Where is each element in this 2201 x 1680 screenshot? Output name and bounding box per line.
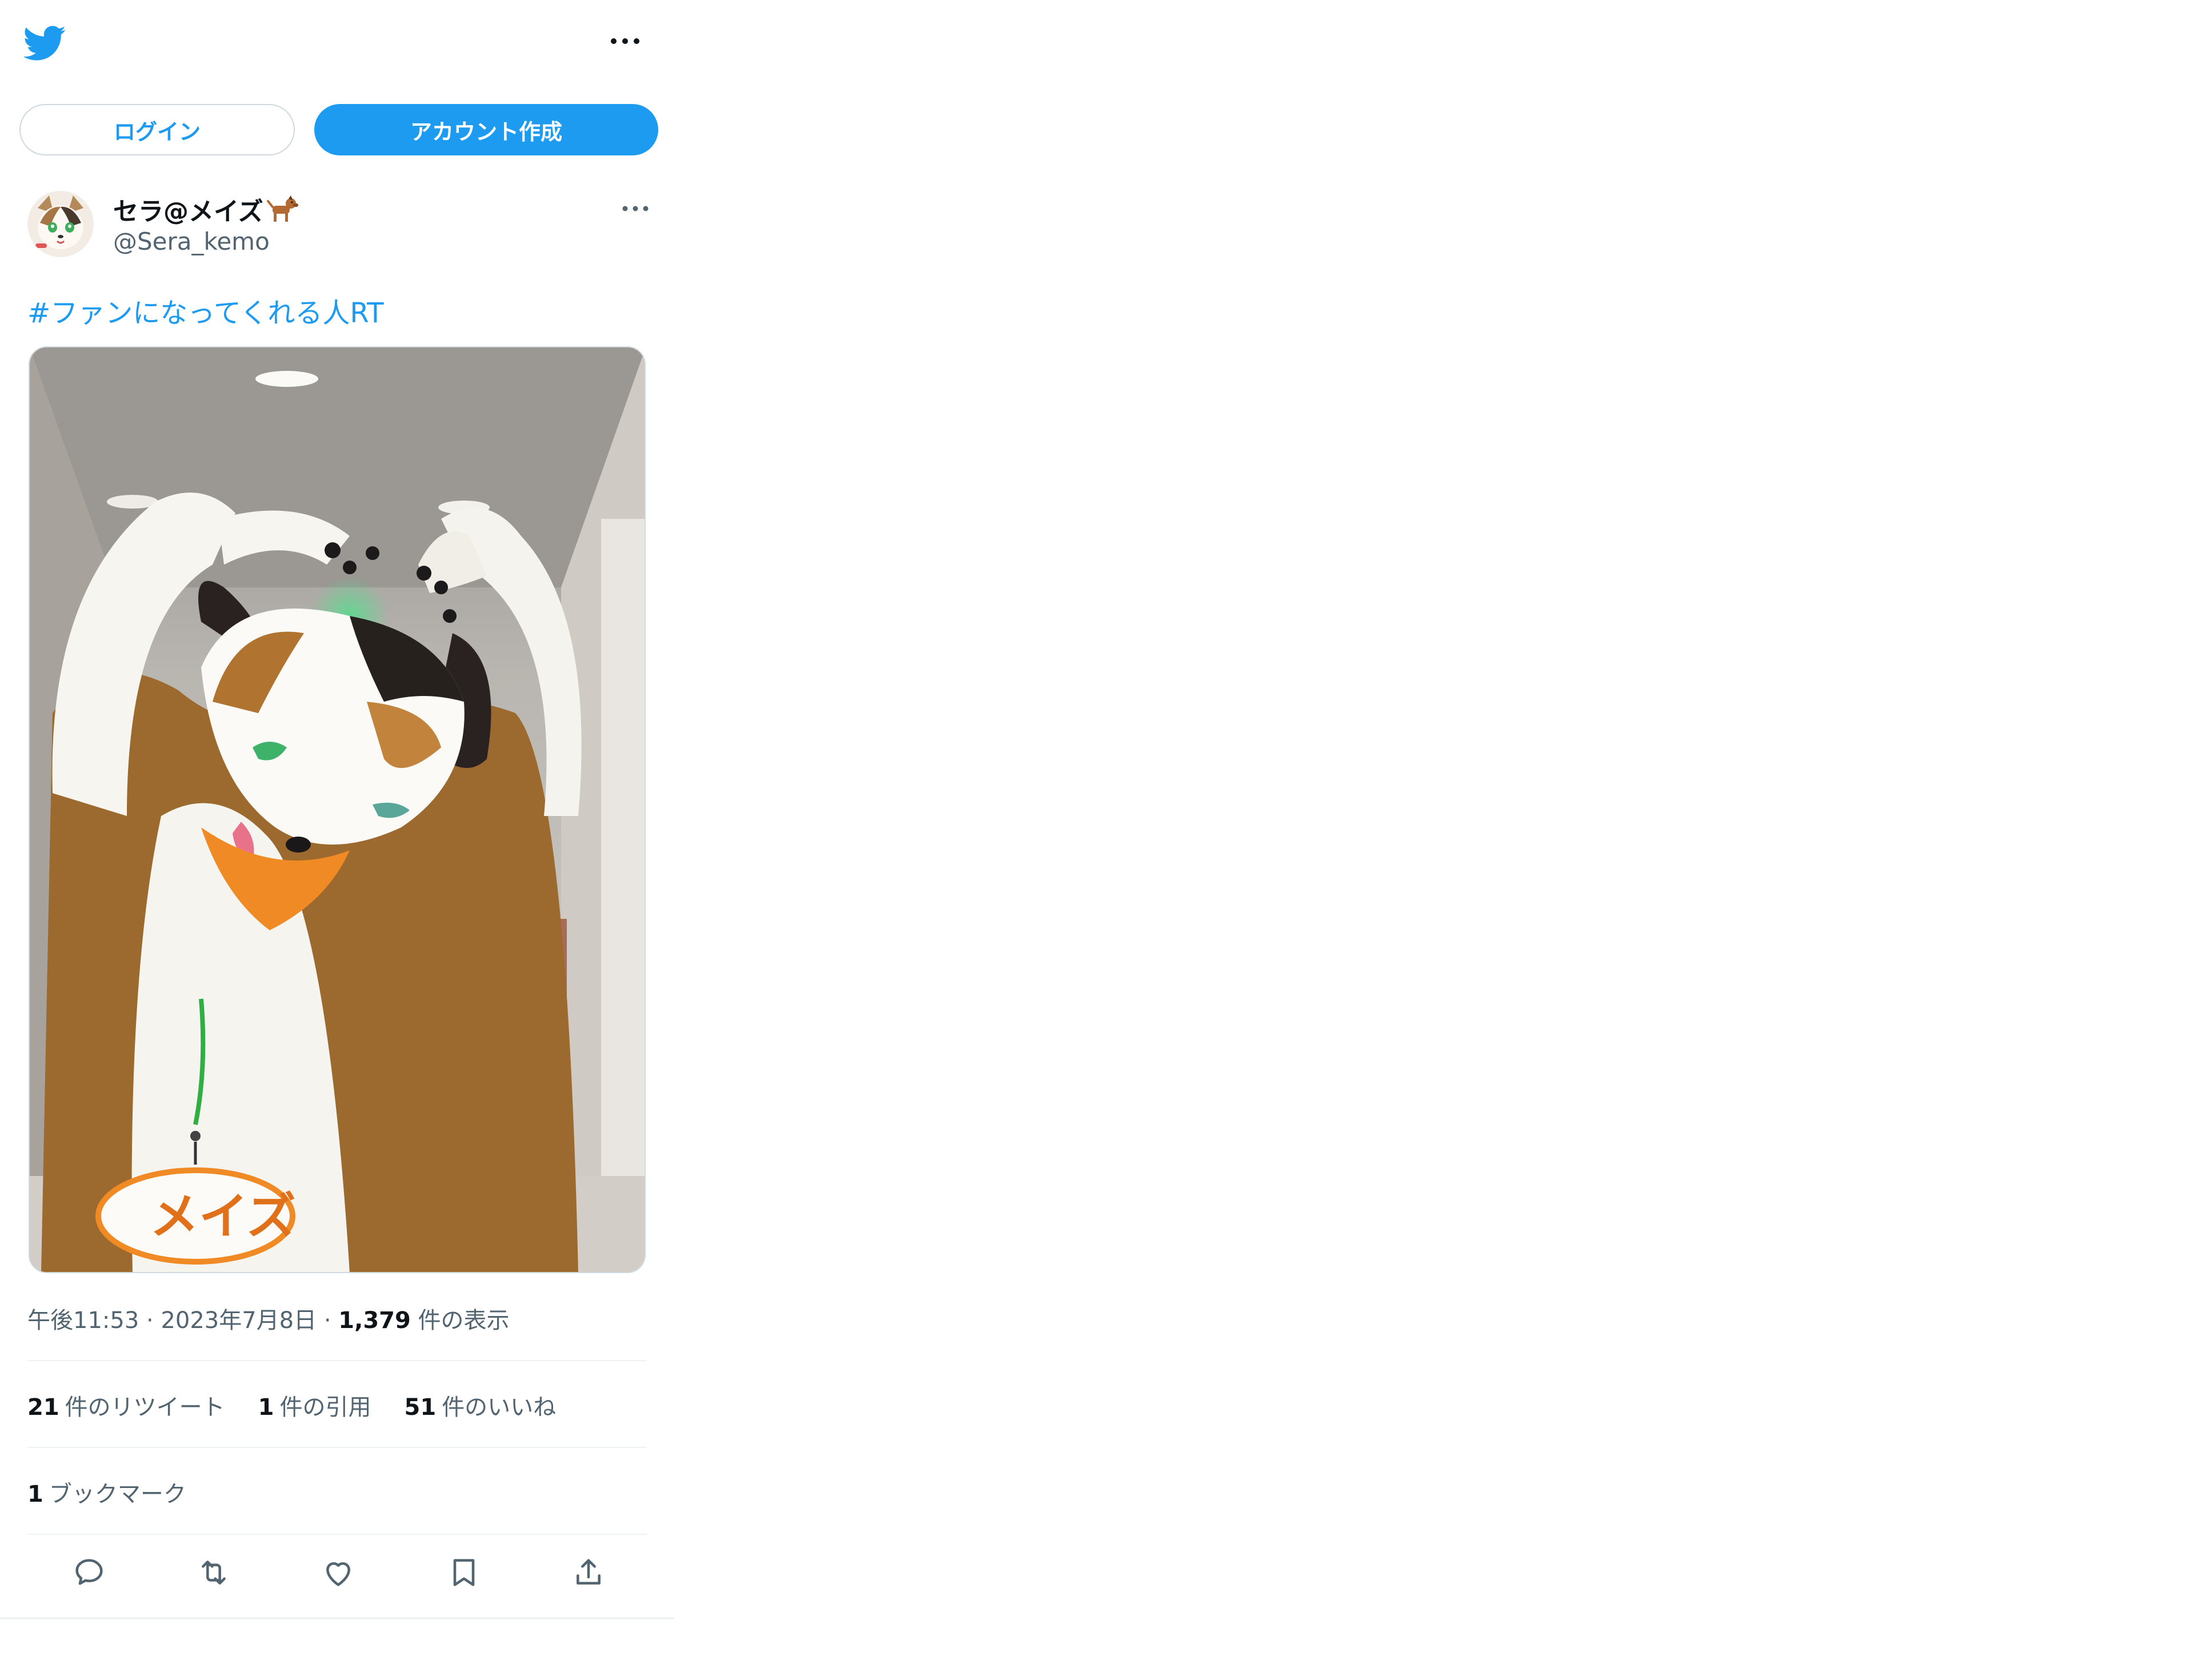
retweet-icon [202,1561,226,1585]
views-label: 件の表示 [418,1307,510,1334]
divider [27,1360,647,1361]
dog-icon [266,195,298,222]
retweet-button[interactable] [195,1554,232,1591]
top-bar [0,0,674,86]
author-handle[interactable]: @Sera_kemo [113,227,270,255]
bookmarks-stat[interactable]: 1 ブックマーク [27,1475,186,1509]
share-icon [577,1559,601,1585]
meta-separator: · [146,1307,154,1334]
author-display-name[interactable]: セラ@メイズ [113,191,299,227]
like-button[interactable] [320,1554,357,1591]
tweet-stats: 21 件のリツイート 1 件の引用 51 件のいいね [27,1389,556,1422]
likes-stat[interactable]: 51 件のいいね [405,1389,557,1422]
tweet-hashtag[interactable]: #ファンになってくれる人RT [27,290,384,330]
media-badge-text: メイズ [150,1188,295,1245]
tweet-media-photo[interactable]: メイズ [29,346,646,1273]
likes-count: 51 [404,1394,437,1421]
quotes-stat[interactable]: 1 件の引用 [258,1389,371,1422]
views-count: 1,379 [338,1307,411,1334]
retweets-label: 件のリツイート [65,1394,225,1421]
bookmarks-label: ブックマーク [49,1481,186,1507]
tweet-meta: 午後11:53 · 2023年7月8日 · 1,379 件の表示 [27,1302,510,1335]
retweets-stat[interactable]: 21 件のリツイート [27,1389,225,1422]
bookmark-button[interactable] [446,1554,482,1591]
twitter-bird-icon[interactable] [24,22,66,64]
share-button[interactable] [570,1554,607,1591]
divider [27,1447,647,1448]
reply-icon [75,1559,103,1585]
bookmark-icon [453,1559,475,1586]
retweets-count: 21 [27,1394,59,1421]
tweet-column: ログイン アカウント作成 セラ@メイズ @Sera_kemo #ファンになってく… [0,0,674,1619]
page: ログイン アカウント作成 セラ@メイズ @Sera_kemo #ファンになってく… [0,0,2201,1680]
tweet-more-icon[interactable] [619,200,651,217]
bookmarks-count: 1 [27,1481,43,1507]
login-button[interactable]: ログイン [19,104,295,155]
tweet-date[interactable]: 2023年7月8日 [161,1307,317,1334]
likes-label: 件のいいね [442,1394,557,1421]
meta-separator: · [323,1307,331,1334]
tweet-time[interactable]: 午後11:53 [27,1307,139,1334]
divider [27,1534,647,1535]
avatar[interactable] [27,191,94,257]
author-name-text: セラ@メイズ [113,197,263,226]
more-horizontal-icon[interactable] [608,30,642,53]
reply-button[interactable] [71,1554,107,1591]
like-icon [326,1562,350,1586]
quotes-count: 1 [258,1394,274,1421]
signup-button[interactable]: アカウント作成 [314,104,658,155]
quotes-label: 件の引用 [279,1394,371,1421]
